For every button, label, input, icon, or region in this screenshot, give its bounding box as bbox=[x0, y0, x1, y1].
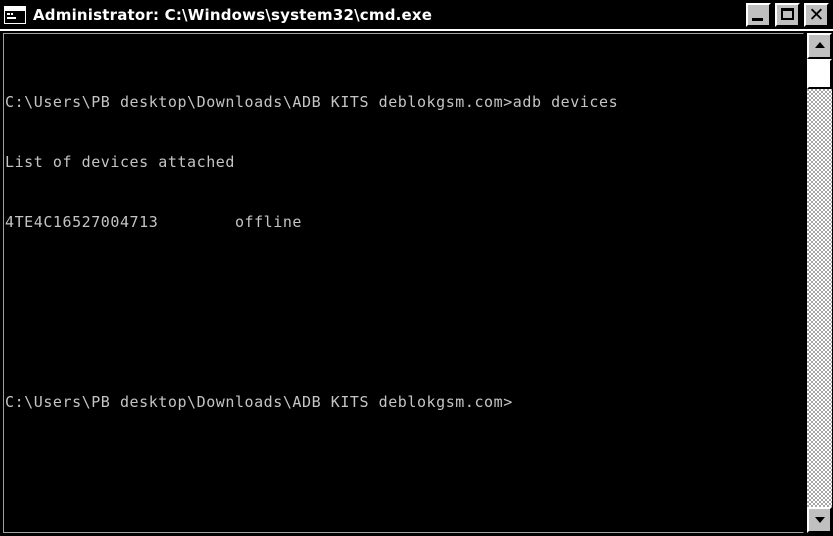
vertical-scrollbar[interactable] bbox=[807, 33, 832, 533]
cmd-console-icon bbox=[4, 6, 26, 24]
scrollbar-thumb[interactable] bbox=[807, 59, 832, 89]
close-icon: ✕ bbox=[808, 4, 825, 26]
maximize-button[interactable] bbox=[775, 3, 800, 27]
scroll-up-arrow-icon bbox=[814, 42, 825, 48]
console-line: C:\Users\PB desktop\Downloads\ADB KITS d… bbox=[5, 93, 619, 111]
maximize-icon bbox=[781, 8, 794, 20]
console-line: List of devices attached bbox=[5, 153, 235, 171]
console-prompt-line: C:\Users\PB desktop\Downloads\ADB KITS d… bbox=[5, 393, 513, 411]
icon-prompt-underscore bbox=[7, 17, 16, 19]
minimize-icon bbox=[752, 18, 763, 21]
console-output[interactable]: C:\Users\PB desktop\Downloads\ADB KITS d… bbox=[5, 52, 800, 452]
console-line: 4TE4C16527004713 offline bbox=[5, 213, 303, 231]
close-button[interactable]: ✕ bbox=[804, 3, 829, 27]
icon-prompt-mark-2 bbox=[11, 13, 13, 15]
scroll-up-button[interactable] bbox=[807, 33, 832, 59]
window-title: Administrator: C:\Windows\system32\cmd.e… bbox=[33, 6, 433, 24]
scroll-down-arrow-icon bbox=[814, 517, 825, 523]
scrollbar-track[interactable] bbox=[807, 59, 832, 507]
window-client-area: C:\Users\PB desktop\Downloads\ADB KITS d… bbox=[0, 31, 833, 536]
console-panel[interactable]: C:\Users\PB desktop\Downloads\ADB KITS d… bbox=[3, 33, 804, 533]
icon-titlebar-stripe bbox=[5, 7, 25, 11]
cmd-window: Administrator: C:\Windows\system32\cmd.e… bbox=[0, 0, 833, 536]
title-bar[interactable]: Administrator: C:\Windows\system32\cmd.e… bbox=[0, 0, 833, 30]
scroll-down-button[interactable] bbox=[807, 507, 832, 533]
icon-prompt-mark-1 bbox=[7, 13, 10, 15]
minimize-button[interactable] bbox=[746, 3, 771, 27]
